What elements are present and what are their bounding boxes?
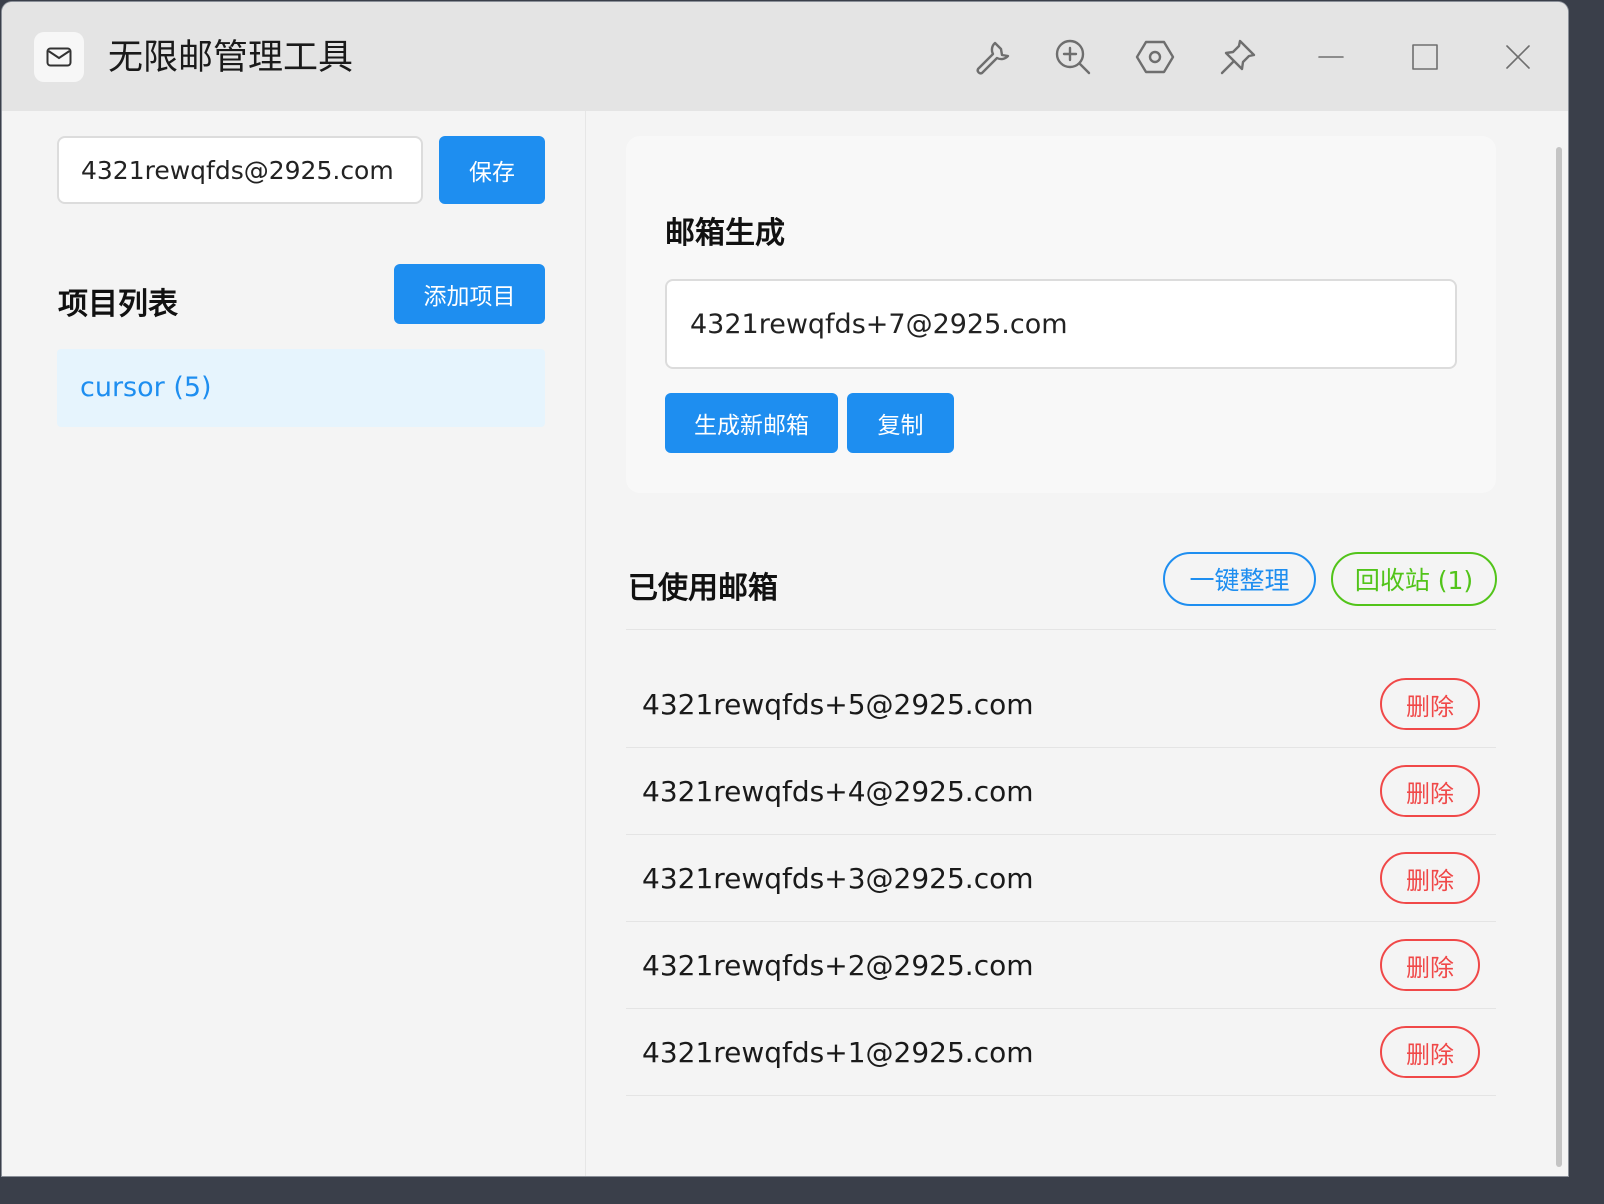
used-email-address: 4321rewqfds+2@2925.com — [642, 949, 1034, 982]
maximize-icon[interactable] — [1402, 34, 1448, 80]
recycle-bin-button[interactable]: 回收站 (1) — [1331, 552, 1497, 606]
list-item: 4321rewqfds+5@2925.com 删除 — [626, 661, 1496, 748]
delete-button[interactable]: 删除 — [1380, 852, 1480, 904]
list-item: 4321rewqfds+1@2925.com 删除 — [626, 1009, 1496, 1096]
delete-button[interactable]: 删除 — [1380, 939, 1480, 991]
delete-button[interactable]: 删除 — [1380, 1026, 1480, 1078]
title-bar: 无限邮管理工具 — [2, 2, 1568, 111]
app-title: 无限邮管理工具 — [108, 38, 354, 78]
used-email-address: 4321rewqfds+4@2925.com — [642, 775, 1034, 808]
projects-title: 项目列表 — [58, 287, 178, 322]
list-item: 4321rewqfds+4@2925.com 删除 — [626, 748, 1496, 835]
save-button[interactable]: 保存 — [439, 136, 545, 204]
left-pane: 保存 项目列表 添加项目 cursor (5) — [2, 111, 586, 1176]
list-item: 4321rewqfds+2@2925.com 删除 — [626, 922, 1496, 1009]
wrench-icon[interactable] — [968, 34, 1014, 80]
organize-button[interactable]: 一键整理 — [1163, 552, 1316, 606]
right-pane: 邮箱生成 生成新邮箱 复制 已使用邮箱 一键整理 回收站 (1) 4321rew… — [587, 111, 1551, 1176]
used-email-address: 4321rewqfds+1@2925.com — [642, 1036, 1034, 1069]
project-item-cursor[interactable]: cursor (5) — [57, 349, 545, 427]
used-email-address: 4321rewqfds+5@2925.com — [642, 688, 1034, 721]
copy-button[interactable]: 复制 — [847, 393, 954, 453]
mail-icon — [34, 32, 84, 82]
generate-email-button[interactable]: 生成新邮箱 — [665, 393, 838, 453]
used-email-list: 4321rewqfds+5@2925.com 删除 4321rewqfds+4@… — [626, 661, 1496, 1096]
generated-email-input[interactable] — [665, 279, 1457, 369]
divider — [626, 629, 1496, 630]
generator-title: 邮箱生成 — [665, 216, 785, 251]
used-email-address: 4321rewqfds+3@2925.com — [642, 862, 1034, 895]
zoom-in-icon[interactable] — [1050, 34, 1096, 80]
used-emails-title: 已使用邮箱 — [628, 571, 778, 606]
hexagon-settings-icon[interactable] — [1132, 34, 1178, 80]
base-email-input[interactable] — [57, 136, 423, 204]
generator-card: 邮箱生成 生成新邮箱 复制 — [626, 136, 1496, 493]
app-window: 无限邮管理工具 4321rewqfds@2925.com 保存 项目列表 添加项… — [2, 2, 1568, 1176]
delete-button[interactable]: 删除 — [1380, 678, 1480, 730]
close-icon[interactable] — [1495, 34, 1541, 80]
add-project-button[interactable]: 添加项目 — [394, 264, 545, 324]
scrollbar[interactable] — [1556, 147, 1562, 1167]
delete-button[interactable]: 删除 — [1380, 765, 1480, 817]
list-item: 4321rewqfds+3@2925.com 删除 — [626, 835, 1496, 922]
pin-icon[interactable] — [1215, 34, 1261, 80]
minimize-icon[interactable] — [1308, 34, 1354, 80]
